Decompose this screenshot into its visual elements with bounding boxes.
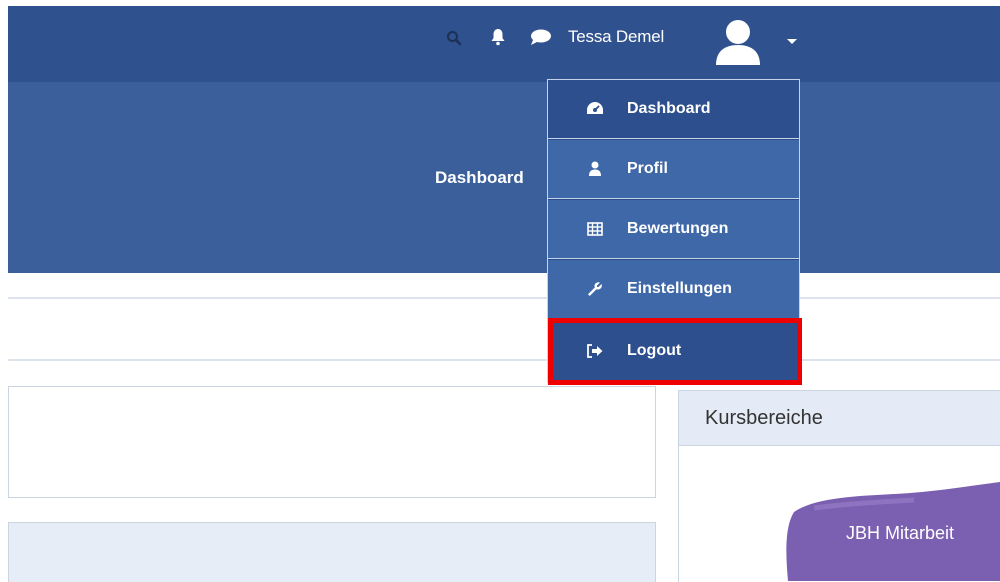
menu-item-label: Profil <box>627 160 668 177</box>
course-label[interactable]: JBH Mitarbeit <box>846 523 954 544</box>
content-panel <box>8 386 656 498</box>
menu-item-profil[interactable]: Profil <box>548 140 799 199</box>
content-panel <box>8 522 656 582</box>
menu-item-bewertungen[interactable]: Bewertungen <box>548 200 799 259</box>
card-title: Kursbereiche <box>679 391 1000 446</box>
menu-item-dashboard[interactable]: Dashboard <box>548 80 799 139</box>
grid-table-icon <box>586 220 604 238</box>
bell-icon[interactable] <box>490 28 506 51</box>
caret-down-icon[interactable] <box>786 33 798 51</box>
menu-item-label: Einstellungen <box>627 280 732 297</box>
user-name[interactable]: Tessa Demel <box>568 27 664 47</box>
dashboard-icon <box>586 100 604 118</box>
user-icon <box>586 160 604 178</box>
menu-item-einstellungen[interactable]: Einstellungen <box>548 260 799 319</box>
wrench-icon <box>586 280 604 298</box>
logout-icon <box>586 342 604 360</box>
user-dropdown-menu: Dashboard Profil Bewertungen Einstellung… <box>547 79 800 383</box>
divider <box>8 359 1000 361</box>
search-icon[interactable] <box>446 30 462 51</box>
menu-item-label: Logout <box>627 342 682 359</box>
chat-icon[interactable] <box>530 28 552 51</box>
menu-item-label: Dashboard <box>627 100 711 117</box>
menu-item-logout[interactable]: Logout <box>548 320 799 382</box>
page-title: Dashboard <box>435 168 524 187</box>
user-avatar-icon[interactable] <box>712 19 764 70</box>
menu-item-label: Bewertungen <box>627 220 729 237</box>
divider <box>8 297 1000 299</box>
